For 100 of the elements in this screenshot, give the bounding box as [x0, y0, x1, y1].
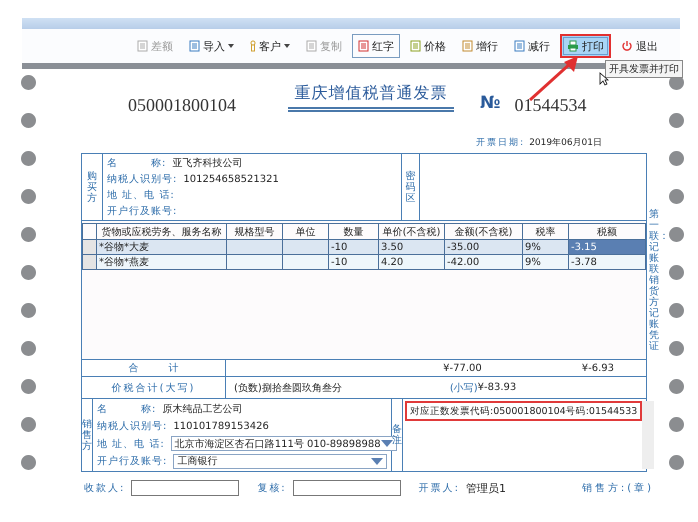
table-cell[interactable]: *谷物*燕麦	[96, 254, 226, 270]
grand-total-label: 价税合计(大写)	[112, 382, 196, 394]
toolbar-button[interactable]: 客户	[244, 34, 296, 58]
punch-hole-icon	[668, 303, 684, 318]
field-value: 亚飞齐科技公司	[172, 156, 242, 170]
toolbar-button[interactable]: 红字	[352, 34, 400, 58]
document-icon	[410, 40, 421, 52]
field-label: 开户行及账号:	[107, 204, 178, 218]
table-cell[interactable]: 9%	[522, 240, 568, 254]
table-cell[interactable]: -3.78	[568, 254, 646, 270]
punch-hole-icon	[20, 303, 36, 318]
punch-hole-icon	[20, 113, 36, 128]
field-value: 原木纯品工艺公司	[162, 402, 242, 416]
table-cell[interactable]: -3.15	[568, 240, 646, 254]
table-cell[interactable]	[282, 254, 328, 270]
printer-icon	[567, 40, 579, 52]
punch-hole-icon	[20, 227, 36, 242]
remark-text: 对应正数发票代码:050001800104号码:01544533	[405, 401, 642, 421]
punch-hole-icon	[668, 417, 684, 432]
table-cell[interactable]	[226, 254, 282, 270]
table-cell[interactable]: *谷物*大麦	[96, 240, 226, 254]
caret-icon	[371, 458, 383, 465]
password-area-label: 密码区	[406, 170, 416, 206]
punch-hole-icon	[668, 265, 684, 280]
toolbar-button[interactable]: 增行	[456, 34, 504, 58]
table-cell[interactable]: -35.00	[444, 240, 522, 254]
invoice-date: 2019年06月01日	[529, 136, 602, 148]
punch-hole-icon	[668, 227, 684, 242]
reviewer-label: 复核:	[257, 482, 287, 495]
field-value: 101254658521321	[183, 174, 279, 184]
document-icon	[189, 40, 200, 52]
caret-icon	[380, 440, 393, 448]
field-label: 名 称:	[97, 402, 156, 416]
power-icon	[621, 40, 633, 52]
punch-hole-icon	[668, 341, 684, 356]
document-icon	[137, 40, 148, 52]
total-label: 合 计	[128, 362, 178, 375]
total-amount: ¥-77.00	[443, 362, 482, 374]
document-icon	[306, 40, 317, 52]
toolbar-button[interactable]: 导入	[183, 34, 240, 58]
payee-field[interactable]	[131, 480, 240, 496]
column-header: 货物或应税劳务、服务名称	[96, 224, 226, 240]
column-header: 税额	[568, 224, 646, 240]
column-header: 金额(不含税)	[444, 224, 522, 240]
seller-label: 销售方	[82, 418, 92, 454]
column-header: 单价(不含税)	[378, 224, 444, 240]
amount-in-words: (负数)捌拾叁圆玖角叁分	[234, 382, 342, 394]
invoice-code: 050001800104	[128, 95, 237, 116]
field-label: 地 址、电 话:	[97, 438, 165, 451]
drawer-name: 管理员1	[466, 480, 506, 496]
punch-hole-icon	[20, 189, 36, 204]
table-cell[interactable]: 3.50	[378, 240, 444, 254]
payee-label: 收款人:	[84, 482, 126, 495]
scrollbar[interactable]	[642, 401, 654, 469]
punch-hole-icon	[20, 265, 36, 280]
seller-seal-label: 销售方:(章)	[582, 482, 654, 495]
invoice-title: 重庆增值税普通发票	[294, 83, 448, 104]
caret-icon	[284, 44, 290, 48]
field-label: 纳税人识别号:	[107, 172, 178, 186]
total-tax: ¥-6.93	[582, 362, 614, 374]
toolbar-button[interactable]: 打印	[560, 34, 611, 58]
toolbar-button[interactable]: 价格	[404, 34, 452, 58]
field-label: 纳税人识别号:	[97, 420, 168, 434]
person-icon	[250, 40, 256, 52]
punch-hole-icon	[668, 189, 684, 204]
toolbar-button[interactable]: 减行	[508, 34, 556, 58]
field-value: 110101789153426	[173, 420, 269, 432]
table-cell[interactable]: 9%	[522, 254, 568, 270]
punch-hole-icon	[20, 341, 36, 356]
field-label: 开户行及账号:	[97, 454, 168, 468]
punch-hole-icon	[668, 151, 684, 166]
punch-hole-icon	[20, 417, 36, 432]
table-cell[interactable]: -10	[328, 254, 378, 270]
document-icon	[462, 40, 473, 52]
buyer-label: 购买方	[87, 170, 97, 206]
punch-hole-icon	[20, 151, 36, 166]
field-label: 名 称:	[107, 157, 166, 170]
document-icon	[514, 40, 525, 52]
table-cell[interactable]	[282, 240, 328, 254]
cursor-icon	[599, 72, 609, 86]
date-label: 开票日期:	[476, 136, 526, 148]
punch-hole-icon	[20, 75, 36, 90]
punch-hole-icon	[668, 379, 684, 394]
small-amount-label: (小写)	[450, 382, 478, 394]
field-label: 地 址、电 话:	[107, 188, 175, 202]
table-cell[interactable]: 4.20	[378, 254, 444, 270]
table-cell[interactable]: -10	[328, 240, 378, 254]
punch-hole-icon	[20, 455, 36, 470]
punch-hole-icon	[668, 113, 684, 128]
invoice-number: 01544534	[514, 95, 586, 116]
toolbar-button[interactable]: 退出	[615, 34, 664, 58]
table-cell[interactable]	[226, 240, 282, 254]
drawer-label: 开票人:	[418, 482, 460, 495]
reviewer-field[interactable]	[292, 480, 401, 496]
caret-icon	[228, 44, 234, 48]
punch-hole-icon	[20, 379, 36, 394]
number-mark: №	[480, 93, 500, 113]
tooltip: 开具发票并打印	[605, 60, 683, 78]
table-cell[interactable]: -42.00	[444, 254, 522, 270]
dropdown-field[interactable]: 工商银行	[173, 454, 387, 469]
